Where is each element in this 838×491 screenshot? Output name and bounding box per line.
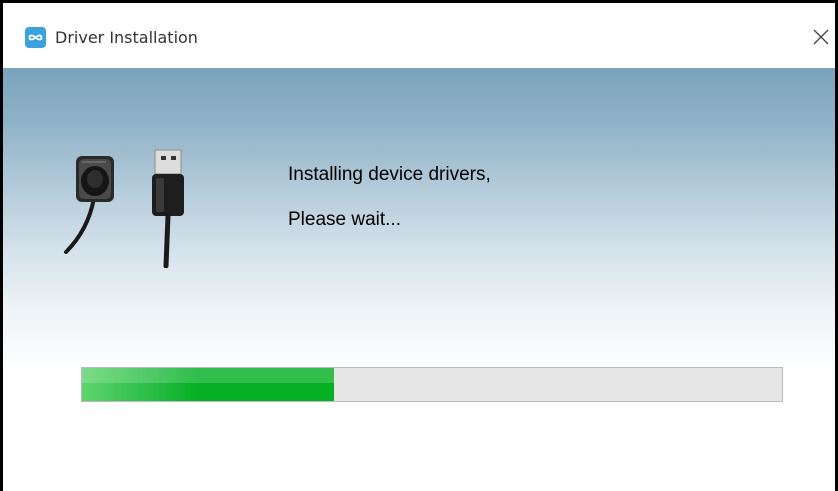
close-icon[interactable] <box>809 25 833 49</box>
installer-window: Driver Installation Installing device dr… <box>0 0 838 491</box>
title-bar[interactable]: Driver Installation <box>3 3 835 68</box>
progress-fill <box>82 368 334 401</box>
infinity-icon <box>25 27 46 48</box>
progress-bar <box>81 367 783 402</box>
status-message-line2: Please wait... <box>288 209 401 230</box>
status-message-line1: Installing device drivers, <box>288 164 491 185</box>
window-title: Driver Installation <box>55 28 198 47</box>
usb-plug-icon <box>152 149 184 268</box>
sensor-icon <box>64 156 114 254</box>
device-graphic <box>64 149 184 268</box>
banner <box>3 68 835 368</box>
